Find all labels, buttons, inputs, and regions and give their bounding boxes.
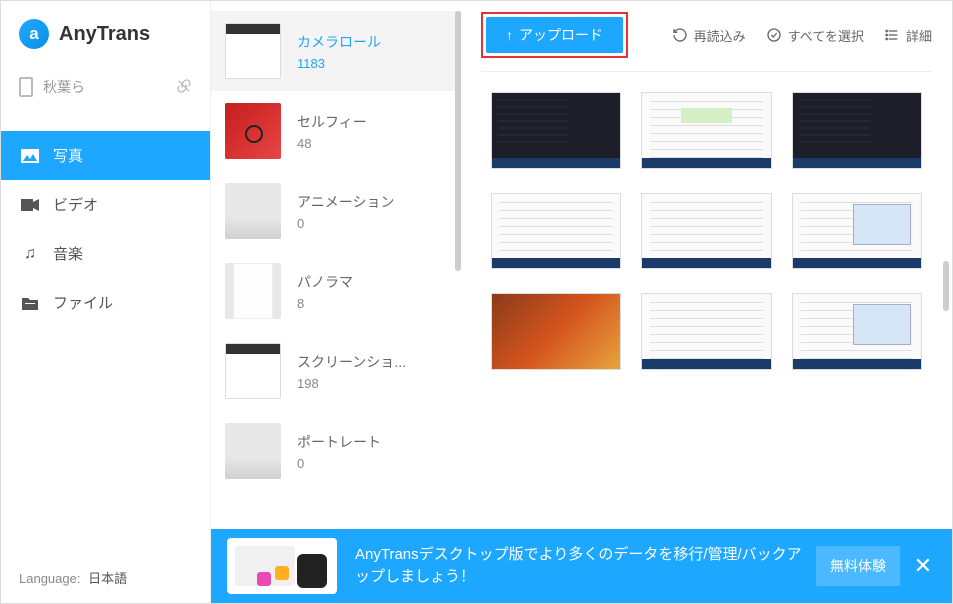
album-thumb <box>225 423 281 479</box>
nav-label: ビデオ <box>53 194 98 215</box>
album-name: カメラロール <box>297 32 381 52</box>
album-name: セルフィー <box>297 112 367 132</box>
album-count: 198 <box>297 376 406 391</box>
nav-label: ファイル <box>53 292 113 313</box>
list-icon <box>884 27 900 43</box>
album-count: 1183 <box>297 56 381 71</box>
detail-label: 詳細 <box>906 26 932 45</box>
photo-thumbnail[interactable] <box>641 193 771 270</box>
album-count: 0 <box>297 456 381 471</box>
photo-thumbnail[interactable] <box>792 293 922 370</box>
upload-label: アップロード <box>519 25 603 45</box>
album-count: 0 <box>297 216 394 231</box>
app-name: AnyTrans <box>59 23 150 46</box>
promo-banner: AnyTransデスクトップ版でより多くのデータを移行/管理/バックアップしまし… <box>211 529 952 603</box>
phone-icon <box>19 77 33 97</box>
photo-thumbnail[interactable] <box>641 92 771 169</box>
check-circle-icon <box>766 27 782 43</box>
album-scrollbar[interactable] <box>455 11 461 511</box>
music-icon: ♫ <box>21 247 39 261</box>
nav-label: 写真 <box>53 145 83 166</box>
sidebar: a AnyTrans 秋葉ら 写真 ビデオ ♫ 音楽 ファイル Language <box>1 1 211 603</box>
language-value: 日本語 <box>88 571 127 586</box>
detail-button[interactable]: 詳細 <box>884 26 932 45</box>
device-row[interactable]: 秋葉ら <box>1 63 210 111</box>
nav-label: 音楽 <box>53 243 83 264</box>
upload-highlight: ↑ アップロード <box>481 12 628 58</box>
upload-button[interactable]: ↑ アップロード <box>486 17 623 53</box>
album-item[interactable]: カメラロール 1183 <box>211 11 461 91</box>
unlink-icon[interactable] <box>176 78 192 97</box>
device-name: 秋葉ら <box>43 77 85 97</box>
album-name: パノラマ <box>297 272 353 292</box>
album-item[interactable]: パノラマ 8 <box>211 251 461 331</box>
select-all-label: すべてを選択 <box>788 26 864 45</box>
banner-close-button[interactable]: ✕ <box>910 553 936 579</box>
nav-music[interactable]: ♫ 音楽 <box>1 229 210 278</box>
language-label: Language: <box>19 571 80 586</box>
album-thumb <box>225 263 281 319</box>
album-item[interactable]: アニメーション 0 <box>211 171 461 251</box>
album-thumb <box>225 183 281 239</box>
photo-thumbnail[interactable] <box>491 92 621 169</box>
close-icon: ✕ <box>914 553 932 579</box>
nav-video[interactable]: ビデオ <box>1 180 210 229</box>
banner-image <box>227 538 337 594</box>
photo-thumbnail[interactable] <box>792 193 922 270</box>
album-list: カメラロール 1183 セルフィー 48 アニメーション 0 パノラマ 8 スクリーンショ...… <box>211 1 461 521</box>
banner-cta-button[interactable]: 無料体験 <box>816 546 900 586</box>
select-all-button[interactable]: すべてを選択 <box>766 26 864 45</box>
album-count: 8 <box>297 296 353 311</box>
album-item[interactable]: ポートレート 0 <box>211 411 461 491</box>
album-thumb <box>225 23 281 79</box>
album-name: アニメーション <box>297 192 394 212</box>
reload-icon <box>672 27 688 43</box>
file-icon <box>21 296 39 310</box>
logo-icon: a <box>19 19 49 49</box>
video-icon <box>21 198 39 212</box>
album-thumb <box>225 343 281 399</box>
language-selector[interactable]: Language: 日本語 <box>19 568 127 587</box>
album-name: ポートレート <box>297 432 381 452</box>
reload-button[interactable]: 再読込み <box>672 26 746 45</box>
photo-icon <box>21 149 39 163</box>
album-item[interactable]: スクリーンショ... 198 <box>211 331 461 411</box>
toolbar: ↑ アップロード 再読込み すべてを選択 詳細 <box>471 11 942 59</box>
photo-thumbnail[interactable] <box>641 293 771 370</box>
banner-text: AnyTransデスクトップ版でより多くのデータを移行/管理/バックアップしまし… <box>355 544 816 589</box>
photo-thumbnail[interactable] <box>792 92 922 169</box>
album-item[interactable]: セルフィー 48 <box>211 91 461 171</box>
photo-thumbnail[interactable] <box>491 293 621 370</box>
nav: 写真 ビデオ ♫ 音楽 ファイル <box>1 131 210 327</box>
photo-thumbnail[interactable] <box>491 193 621 270</box>
album-name: スクリーンショ... <box>297 352 406 372</box>
album-thumb <box>225 103 281 159</box>
album-count: 48 <box>297 136 367 151</box>
app-logo: a AnyTrans <box>1 1 210 63</box>
reload-label: 再読込み <box>694 26 746 45</box>
grid-scrollbar[interactable] <box>943 81 949 501</box>
upload-arrow-icon: ↑ <box>506 27 513 43</box>
nav-file[interactable]: ファイル <box>1 278 210 327</box>
photo-grid <box>481 71 932 513</box>
nav-photos[interactable]: 写真 <box>1 131 210 180</box>
